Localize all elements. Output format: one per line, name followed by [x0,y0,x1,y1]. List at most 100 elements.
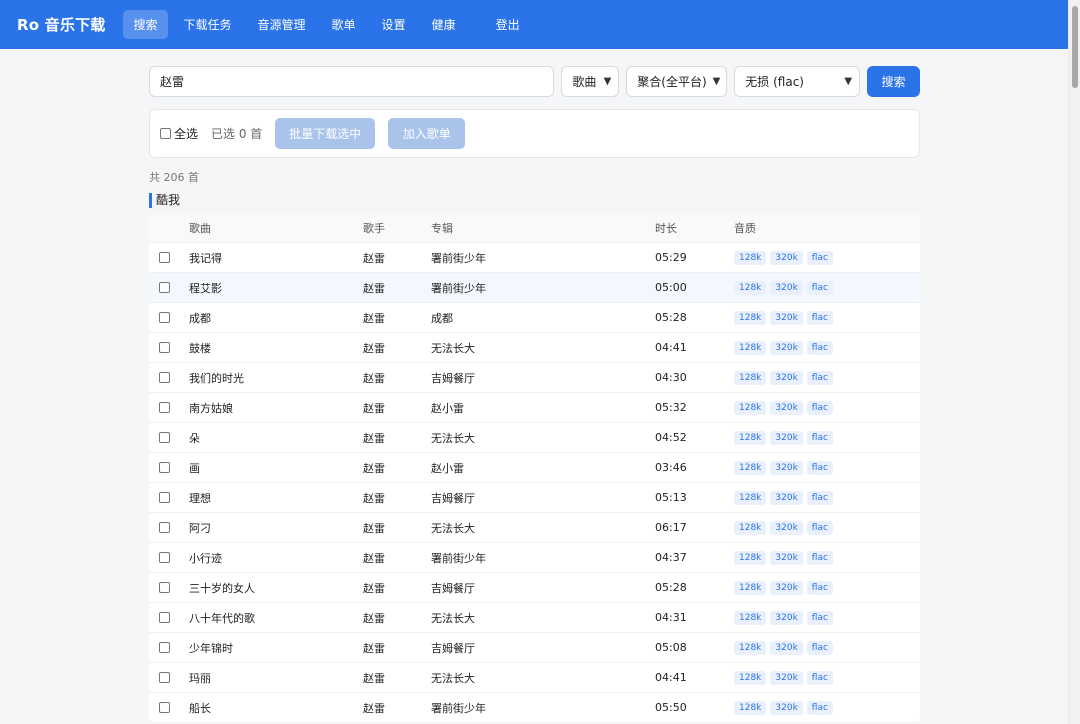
row-checkbox[interactable] [159,282,170,293]
quality-tags: 128k 320k flac [734,700,920,715]
table-row[interactable]: 小行迹 赵雷 署前街少年 04:37 128k 320k flac [149,543,920,573]
row-checkbox[interactable] [159,402,170,413]
quality-tag[interactable]: 320k [770,490,803,505]
quality-tag[interactable]: 128k [734,430,767,445]
quality-tag[interactable]: flac [806,610,833,625]
quality-tag[interactable]: 128k [734,580,767,595]
nav-download-tasks[interactable]: 下载任务 [174,10,242,39]
add-to-playlist-button[interactable]: 加入歌单 [388,118,466,149]
row-checkbox[interactable] [159,432,170,443]
search-type-select[interactable]: 歌曲 ▼ [561,66,620,97]
quality-tag[interactable]: 320k [770,460,803,475]
quality-tag[interactable]: 128k [734,310,767,325]
quality-tag[interactable]: 320k [770,610,803,625]
row-checkbox[interactable] [159,342,170,353]
table-row[interactable]: 朵 赵雷 无法长大 04:52 128k 320k flac [149,423,920,453]
page-scrollbar[interactable] [1068,0,1080,724]
quality-tag[interactable]: 128k [734,400,767,415]
quality-tag[interactable]: 128k [734,550,767,565]
nav-playlists[interactable]: 歌单 [322,10,366,39]
quality-tag[interactable]: 128k [734,700,767,715]
nav-source-management[interactable]: 音源管理 [248,10,316,39]
search-input[interactable] [149,66,555,97]
row-checkbox[interactable] [159,642,170,653]
quality-tag[interactable]: flac [806,460,833,475]
row-checkbox[interactable] [159,672,170,683]
quality-tag[interactable]: flac [806,520,833,535]
quality-tag[interactable]: 128k [734,370,767,385]
quality-tag[interactable]: 320k [770,670,803,685]
row-checkbox[interactable] [159,312,170,323]
quality-tag[interactable]: 128k [734,460,767,475]
quality-select[interactable]: 无损 (flac) ▼ [734,66,861,97]
quality-tag[interactable]: 320k [770,550,803,565]
quality-tag[interactable]: flac [806,490,833,505]
quality-tag[interactable]: 320k [770,400,803,415]
quality-tag[interactable]: flac [806,430,833,445]
row-checkbox[interactable] [159,372,170,383]
table-row[interactable]: 船长 赵雷 署前街少年 05:50 128k 320k flac [149,693,920,723]
quality-tag[interactable]: flac [806,250,833,265]
nav-search[interactable]: 搜索 [123,10,168,39]
quality-tag[interactable]: 128k [734,640,767,655]
table-row[interactable]: 画 赵雷 赵小雷 03:46 128k 320k flac [149,453,920,483]
table-row[interactable]: 少年锦时 赵雷 吉姆餐厅 05:08 128k 320k flac [149,633,920,663]
row-checkbox[interactable] [159,492,170,503]
quality-tag[interactable]: 128k [734,520,767,535]
batch-download-button[interactable]: 批量下载选中 [275,118,376,149]
quality-tag[interactable]: 128k [734,490,767,505]
table-row[interactable]: 八十年代的歌 赵雷 无法长大 04:31 128k 320k flac [149,603,920,633]
row-checkbox[interactable] [159,582,170,593]
quality-tag[interactable]: flac [806,550,833,565]
quality-tag[interactable]: flac [806,580,833,595]
quality-tag[interactable]: 320k [770,250,803,265]
quality-tag[interactable]: 320k [770,340,803,355]
row-checkbox[interactable] [159,552,170,563]
quality-tag[interactable]: 320k [770,640,803,655]
quality-tag[interactable]: 128k [734,280,767,295]
scrollbar-thumb[interactable] [1072,6,1078,88]
search-button[interactable]: 搜索 [867,66,920,97]
table-row[interactable]: 南方姑娘 赵雷 赵小雷 05:32 128k 320k flac [149,393,920,423]
quality-tag[interactable]: 128k [734,340,767,355]
quality-tag[interactable]: 128k [734,670,767,685]
table-row[interactable]: 鼓楼 赵雷 无法长大 04:41 128k 320k flac [149,333,920,363]
nav-settings[interactable]: 设置 [372,10,416,39]
quality-tag[interactable]: 320k [770,370,803,385]
table-row[interactable]: 我们的时光 赵雷 吉姆餐厅 04:30 128k 320k flac [149,363,920,393]
quality-tag[interactable]: flac [806,340,833,355]
table-row[interactable]: 阿刁 赵雷 无法长大 06:17 128k 320k flac [149,513,920,543]
row-checkbox[interactable] [159,522,170,533]
table-row[interactable]: 我记得 赵雷 署前街少年 05:29 128k 320k flac [149,243,920,273]
table-row[interactable]: 成都 赵雷 成都 05:28 128k 320k flac [149,303,920,333]
row-checkbox[interactable] [159,702,170,713]
select-all-checkbox[interactable]: 全选 [160,125,198,142]
quality-tag[interactable]: 128k [734,610,767,625]
table-row[interactable]: 程艾影 赵雷 署前街少年 05:00 128k 320k flac [149,273,920,303]
quality-tag[interactable]: 320k [770,520,803,535]
checkbox-icon[interactable] [160,128,171,139]
quality-tag[interactable]: flac [806,700,833,715]
nav-health[interactable]: 健康 [422,10,466,39]
quality-tag[interactable]: 128k [734,250,767,265]
song-artist: 赵雷 [363,551,385,565]
quality-tag[interactable]: flac [806,310,833,325]
row-checkbox[interactable] [159,612,170,623]
row-checkbox[interactable] [159,252,170,263]
quality-tag[interactable]: 320k [770,700,803,715]
table-row[interactable]: 玛丽 赵雷 无法长大 04:41 128k 320k flac [149,663,920,693]
quality-tag[interactable]: 320k [770,430,803,445]
row-checkbox[interactable] [159,462,170,473]
table-row[interactable]: 理想 赵雷 吉姆餐厅 05:13 128k 320k flac [149,483,920,513]
quality-tag[interactable]: 320k [770,280,803,295]
quality-tag[interactable]: flac [806,370,833,385]
quality-tag[interactable]: 320k [770,310,803,325]
table-row[interactable]: 三十岁的女人 赵雷 吉姆餐厅 05:28 128k 320k flac [149,573,920,603]
quality-tag[interactable]: flac [806,400,833,415]
quality-tag[interactable]: flac [806,640,833,655]
quality-tag[interactable]: flac [806,280,833,295]
platform-select[interactable]: 聚合(全平台) ▼ [626,66,728,97]
quality-tag[interactable]: 320k [770,580,803,595]
logout-button[interactable]: 登出 [486,10,530,39]
quality-tag[interactable]: flac [806,670,833,685]
